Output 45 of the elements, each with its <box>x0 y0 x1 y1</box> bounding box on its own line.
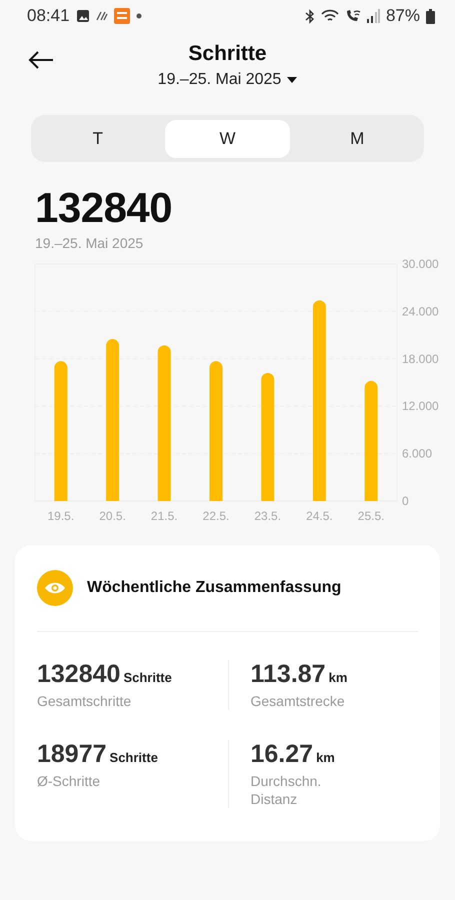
x-axis-label: 19.5. <box>48 509 74 523</box>
stat-label: Ø-Schritte <box>37 772 102 790</box>
stripes-icon <box>96 11 108 21</box>
x-axis-label: 23.5. <box>254 509 282 523</box>
total-steps: 132840 <box>35 184 455 232</box>
stat-value: 132840 <box>37 660 120 689</box>
period-tab[interactable]: W <box>164 120 290 158</box>
image-icon <box>76 9 90 23</box>
y-axis-label: 12.000 <box>402 399 439 414</box>
bluetooth-icon <box>304 8 315 24</box>
battery-percent: 87% <box>386 6 420 26</box>
battery-icon <box>426 8 435 24</box>
period-tab[interactable]: M <box>294 120 420 158</box>
x-axis-label: 24.5. <box>306 509 333 523</box>
y-axis-label: 0 <box>402 494 409 508</box>
date-range-text: 19.–25. Mai 2025 <box>35 235 144 251</box>
card-title: Wöchentliche Zusammenfassung <box>87 579 342 597</box>
stat-value: 16.27 <box>250 740 314 769</box>
caret-icon <box>287 77 298 83</box>
x-axis-label: 21.5. <box>150 509 178 523</box>
y-axis-label: 24.000 <box>402 304 439 318</box>
x-axis-label: 25.5. <box>358 509 384 523</box>
wifi-icon <box>320 9 339 23</box>
stat-value: 18977 <box>37 740 107 769</box>
stat-unit: Schritte <box>110 750 158 765</box>
stat-label: Durchschn. Distanz <box>250 772 322 808</box>
wifi-call-icon <box>344 9 361 23</box>
dot-icon <box>136 13 142 19</box>
status-time: 08:41 <box>27 6 70 26</box>
back-button[interactable] <box>28 50 54 70</box>
app-icon <box>114 8 130 24</box>
date-range-dropdown[interactable]: 19.–25. Mai 2025 <box>158 71 298 89</box>
x-axis-label: 20.5. <box>99 509 126 523</box>
stat-value: 113.87 <box>250 660 326 689</box>
period-tab[interactable]: T <box>35 120 161 158</box>
signal-icon <box>366 9 380 23</box>
y-axis-label: 6.000 <box>402 446 432 461</box>
x-axis-label: 22.5. <box>202 509 230 523</box>
page-title: Schritte <box>188 42 267 66</box>
eye-icon <box>37 570 73 606</box>
stat-unit: Schritte <box>123 670 172 685</box>
stat-unit: km <box>316 750 335 765</box>
y-axis-label: 30.000 <box>402 259 439 271</box>
stat-unit: km <box>328 670 348 685</box>
y-axis-label: 18.000 <box>402 352 439 366</box>
